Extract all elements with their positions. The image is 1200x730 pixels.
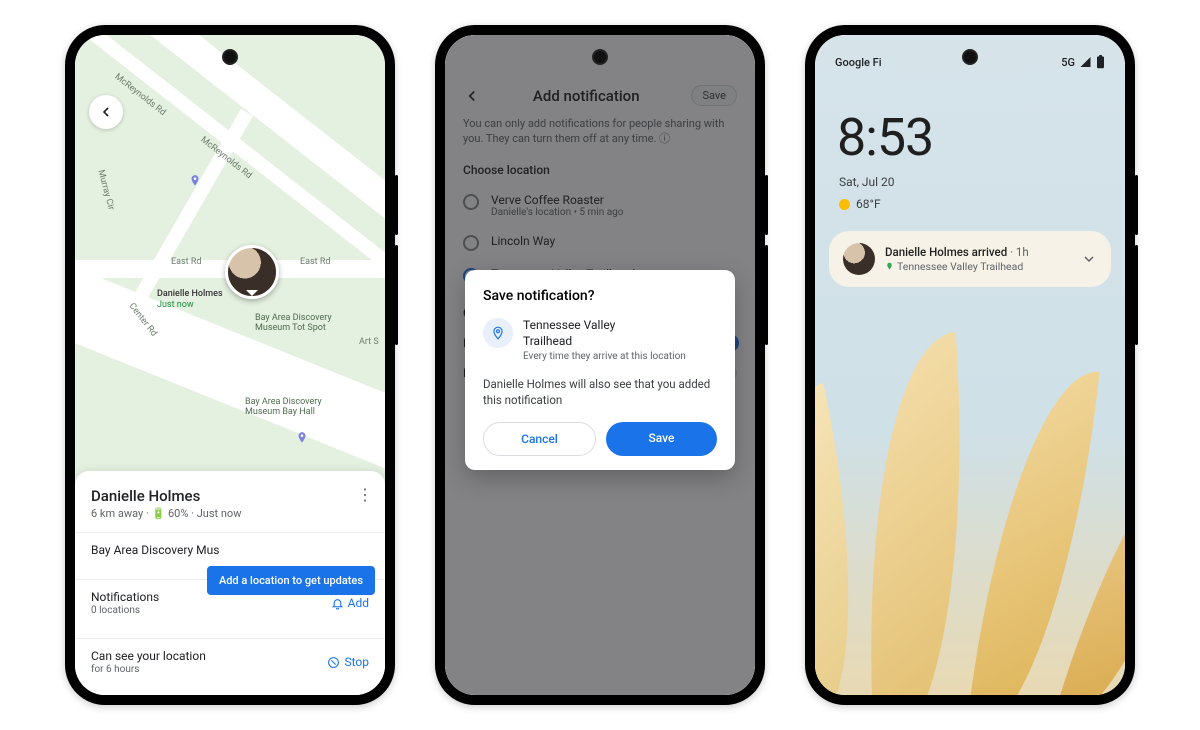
- save-notification-dialog: Save notification? Tennessee Valley Trai…: [465, 270, 735, 470]
- notifications-row: Add a location to get updates Notificati…: [75, 579, 385, 626]
- pin-small-icon: [885, 262, 894, 271]
- notification-avatar: [843, 243, 875, 275]
- lockscreen-date: Sat, Jul 20: [839, 175, 895, 189]
- dialog-note: Danielle Holmes will also see that you a…: [483, 376, 717, 408]
- phone-add-notification: Add notification Save You can only add n…: [435, 25, 765, 705]
- back-button[interactable]: [89, 95, 123, 129]
- stop-sharing-button[interactable]: Stop: [327, 655, 369, 669]
- dialog-place: Tennessee Valley Trailhead: [523, 318, 653, 349]
- current-location-row[interactable]: Bay Area Discovery Mus: [75, 532, 385, 567]
- dialog-title: Save notification?: [483, 288, 717, 304]
- phone-lockscreen: Google Fi 5G 8:53 Sat, Jul 20 68°F Danie…: [805, 25, 1135, 705]
- person-name: Danielle Holmes: [91, 487, 369, 505]
- bell-add-icon: [331, 597, 344, 610]
- status-bar: Google Fi 5G: [815, 55, 1125, 69]
- chevron-down-icon[interactable]: [1081, 251, 1097, 267]
- share-visibility-row: Can see your location for 6 hours Stop: [75, 638, 385, 685]
- person-avatar-pin[interactable]: [225, 245, 279, 299]
- network-type: 5G: [1061, 56, 1075, 69]
- dialog-place-sub: Every time they arrive at this location: [523, 351, 686, 362]
- cancel-button[interactable]: Cancel: [483, 422, 596, 456]
- overflow-menu-button[interactable]: ⋮: [357, 485, 371, 504]
- battery-icon: [1096, 55, 1105, 69]
- notification-card[interactable]: Danielle Holmes arrived · 1h Tennessee V…: [829, 231, 1111, 287]
- carrier-label: Google Fi: [835, 56, 882, 69]
- notification-subtitle: Tennessee Valley Trailhead: [885, 260, 1071, 273]
- arrow-left-icon: [98, 104, 114, 120]
- weather-chip[interactable]: 68°F: [839, 197, 881, 211]
- stop-icon: [327, 656, 340, 669]
- location-pin-icon: [483, 318, 513, 348]
- notification-title: Danielle Holmes arrived · 1h: [885, 245, 1071, 259]
- person-bottom-sheet: Danielle Holmes 6 km away · 🔋 60% · Just…: [75, 471, 385, 695]
- phone-maps-share: McReynolds Rd McReynolds Rd Murray Cir C…: [65, 25, 395, 705]
- add-notification-button[interactable]: Add: [331, 596, 369, 610]
- add-location-tooltip: Add a location to get updates: [207, 566, 375, 595]
- signal-icon: [1079, 56, 1092, 68]
- sun-icon: [839, 199, 850, 210]
- map-pin-icon: [188, 173, 202, 187]
- save-button[interactable]: Save: [606, 422, 717, 456]
- map-pin-icon: [295, 430, 309, 444]
- lockscreen-clock: 8:53: [837, 107, 933, 168]
- person-meta: 6 km away · 🔋 60% · Just now: [91, 507, 369, 520]
